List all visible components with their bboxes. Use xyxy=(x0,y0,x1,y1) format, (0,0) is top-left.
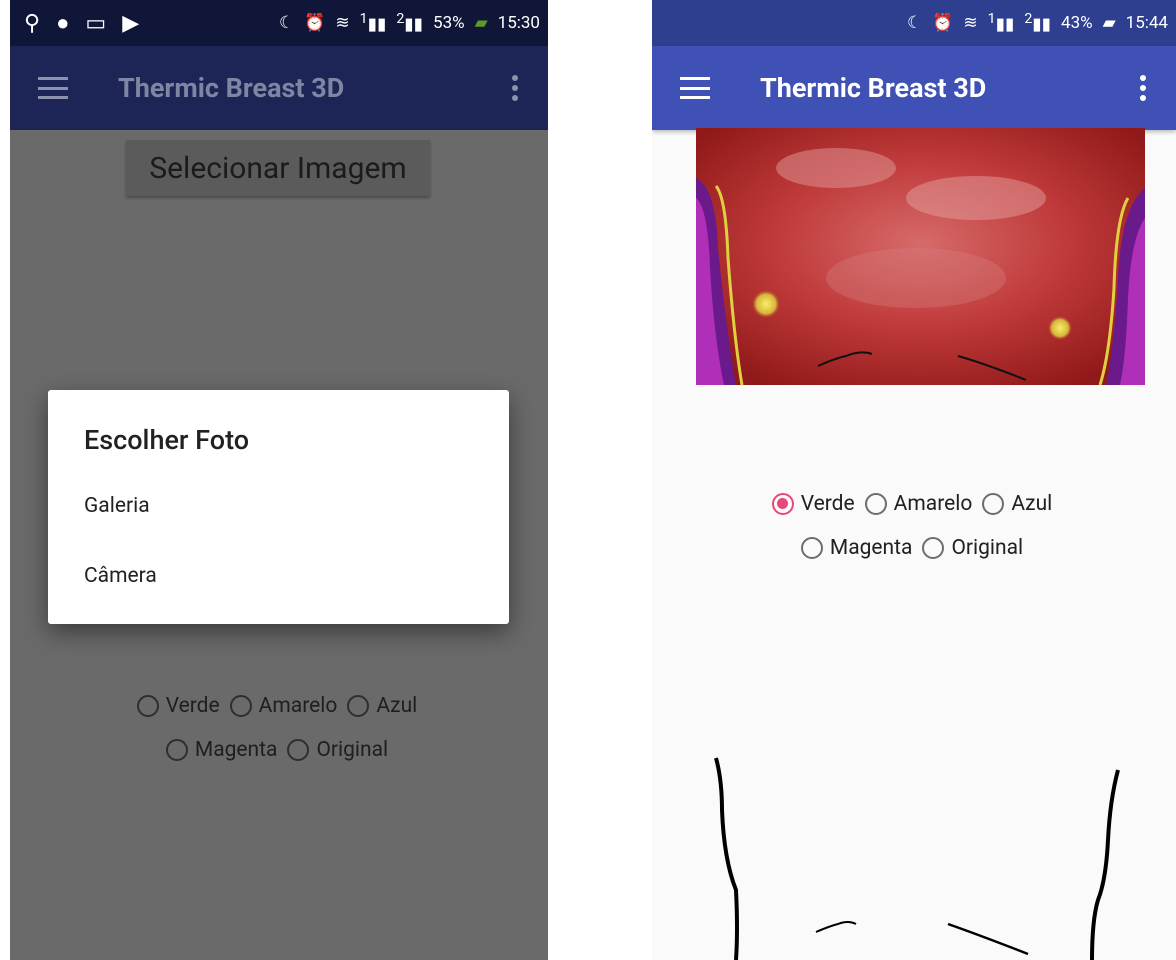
radio-label: Original xyxy=(951,536,1024,560)
radio-label: Azul xyxy=(376,694,418,718)
left-phone-screen: ⚲ ● ▭ ▶ ☾ ⏰ ≋ 1▮▮ 2▮▮ 53% ▰ 15:30 Thermi… xyxy=(10,0,548,960)
color-radio-group: Verde Amarelo Azul Magenta Original xyxy=(10,684,548,772)
radio-verde[interactable]: Verde xyxy=(136,694,220,718)
radio-circle xyxy=(347,695,370,717)
select-image-button[interactable]: Selecionar Imagem xyxy=(126,140,430,196)
radio-row-2: Magenta Original xyxy=(652,526,1176,570)
radio-label: Amarelo xyxy=(258,694,338,718)
radio-label: Magenta xyxy=(194,738,278,762)
radio-circle xyxy=(922,537,945,559)
radio-circle xyxy=(165,739,188,761)
call-icon: ☾ xyxy=(906,13,923,33)
antenna-icon: ⚲ xyxy=(24,10,41,36)
radio-magenta[interactable]: Magenta xyxy=(800,536,913,560)
right-phone-screen: ☾ ⏰ ≋ 1▮▮ 2▮▮ 43% ▰ 15:44 Thermic Breast… xyxy=(652,0,1176,960)
radio-label: Original xyxy=(316,738,389,762)
call-icon: ☾ xyxy=(278,13,295,33)
color-radio-group: Verde Amarelo Azul Magenta Original xyxy=(652,482,1176,570)
radio-amarelo[interactable]: Amarelo xyxy=(864,492,973,516)
radio-label: Azul xyxy=(1011,492,1053,516)
radio-label: Verde xyxy=(800,492,855,516)
dialog-option-gallery[interactable]: Galeria xyxy=(84,494,150,518)
radio-label: Magenta xyxy=(829,536,913,560)
more-options-icon[interactable] xyxy=(512,75,518,101)
screen-cast-icon: ▭ xyxy=(85,10,107,36)
alarm-icon: ⏰ xyxy=(932,13,954,33)
play-store-icon: ▶ xyxy=(122,10,140,36)
app-bar: Thermic Breast 3D xyxy=(10,46,548,130)
menu-icon[interactable] xyxy=(38,77,68,99)
record-icon: ● xyxy=(56,11,70,36)
radio-row-1: Verde Amarelo Azul xyxy=(652,482,1176,526)
edge-detection-image xyxy=(714,757,1120,960)
status-bar: ☾ ⏰ ≋ 1▮▮ 2▮▮ 43% ▰ 15:44 xyxy=(652,0,1176,46)
alarm-icon: ⏰ xyxy=(304,13,326,33)
radio-circle xyxy=(287,739,310,761)
dialog-title: Escolher Foto xyxy=(84,424,250,456)
radio-circle xyxy=(229,695,252,717)
battery-charging-icon: ▰ xyxy=(474,13,488,33)
radio-circle xyxy=(771,493,794,515)
thermal-image xyxy=(696,128,1145,385)
radio-amarelo[interactable]: Amarelo xyxy=(229,694,338,718)
wifi-icon: ≋ xyxy=(963,13,978,33)
signal-sim1-icon: 1▮▮ xyxy=(987,11,1015,35)
choose-photo-dialog: Escolher Foto Galeria Câmera xyxy=(48,390,509,624)
signal-sim2-icon: 2▮▮ xyxy=(1024,11,1052,35)
clock: 15:30 xyxy=(497,13,540,33)
radio-label: Amarelo xyxy=(893,492,973,516)
radio-verde[interactable]: Verde xyxy=(771,492,855,516)
battery-percent: 43% xyxy=(1061,13,1093,33)
radio-circle xyxy=(800,537,823,559)
clock: 15:44 xyxy=(1125,13,1168,33)
battery-icon: ▰ xyxy=(1102,13,1116,33)
radio-label: Verde xyxy=(165,694,220,718)
status-bar: ⚲ ● ▭ ▶ ☾ ⏰ ≋ 1▮▮ 2▮▮ 53% ▰ 15:30 xyxy=(10,0,548,46)
radio-azul[interactable]: Azul xyxy=(982,492,1052,516)
wifi-icon: ≋ xyxy=(335,13,350,33)
menu-icon[interactable] xyxy=(680,77,710,99)
more-options-icon[interactable] xyxy=(1140,75,1146,101)
radio-circle xyxy=(864,493,887,515)
app-bar: Thermic Breast 3D xyxy=(652,46,1176,130)
radio-row-2: Magenta Original xyxy=(10,728,548,772)
radio-azul[interactable]: Azul xyxy=(347,694,417,718)
signal-sim2-icon: 2▮▮ xyxy=(396,11,424,35)
radio-magenta[interactable]: Magenta xyxy=(165,738,278,762)
radio-circle xyxy=(136,695,159,717)
app-title: Thermic Breast 3D xyxy=(118,72,345,104)
app-title: Thermic Breast 3D xyxy=(760,72,987,104)
signal-sim1-icon: 1▮▮ xyxy=(359,11,387,35)
radio-original[interactable]: Original xyxy=(287,738,388,762)
radio-original[interactable]: Original xyxy=(922,536,1023,560)
radio-circle xyxy=(982,493,1005,515)
dialog-option-camera[interactable]: Câmera xyxy=(84,564,157,588)
battery-percent: 53% xyxy=(433,13,465,33)
radio-row-1: Verde Amarelo Azul xyxy=(10,684,548,728)
